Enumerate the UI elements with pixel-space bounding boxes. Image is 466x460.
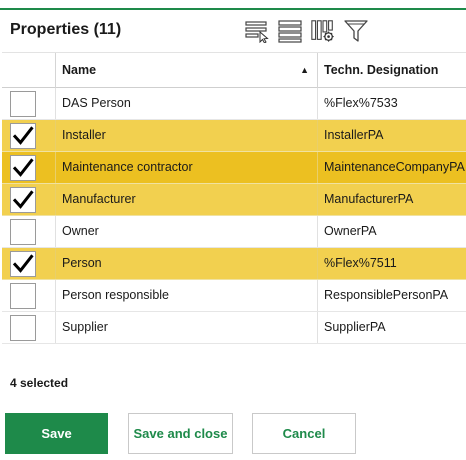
row-checkbox-cell: [2, 120, 56, 151]
row-checkbox[interactable]: [10, 315, 36, 341]
row-name: Person responsible: [56, 280, 318, 311]
row-checkbox-cell: [2, 184, 56, 215]
table-row[interactable]: DAS Person %Flex%7533: [2, 88, 466, 120]
table-row[interactable]: Person %Flex%7511: [2, 248, 466, 280]
row-checkbox-cell: [2, 88, 56, 119]
save-button[interactable]: Save: [5, 413, 108, 454]
row-techn-designation: %Flex%7511: [324, 256, 397, 270]
row-techn-designation: ResponsiblePersonPA: [324, 288, 449, 302]
row-checkbox[interactable]: [10, 123, 36, 149]
row-checkbox[interactable]: [10, 283, 36, 309]
row-techn-designation: SupplierPA: [324, 320, 386, 334]
column-settings-icon[interactable]: [310, 18, 336, 44]
row-checkbox-cell: [2, 248, 56, 279]
row-checkbox[interactable]: [10, 187, 36, 213]
row-name: Manufacturer: [56, 184, 318, 215]
checkmark-icon: [12, 190, 34, 209]
table-header: Name ▲ Techn. Designation: [2, 52, 466, 88]
table-row[interactable]: Person responsible ResponsiblePersonPA: [2, 280, 466, 312]
save-and-close-button[interactable]: Save and close: [128, 413, 233, 454]
row-techn-designation: ManufacturerPA: [324, 192, 414, 206]
row-name: Owner: [56, 216, 318, 247]
selected-count: 4 selected: [10, 376, 69, 390]
checkmark-icon: [12, 254, 34, 273]
column-header-name[interactable]: Name ▲: [56, 53, 318, 88]
row-checkbox-cell: [2, 152, 56, 183]
row-techn-designation: OwnerPA: [324, 224, 377, 238]
row-checkbox-cell: [2, 280, 56, 311]
checkmark-icon: [12, 126, 34, 145]
row-checkbox[interactable]: [10, 219, 36, 245]
row-name: Maintenance contractor: [56, 152, 318, 183]
toolbar: [244, 16, 369, 46]
list-view-icon[interactable]: [277, 18, 303, 44]
sort-ascending-icon: ▲: [300, 65, 309, 75]
row-name: Person: [56, 248, 318, 279]
row-checkbox-cell: [2, 216, 56, 247]
row-checkbox-cell: [2, 312, 56, 343]
checkmark-icon: [12, 158, 34, 177]
table-row[interactable]: Installer InstallerPA: [2, 120, 466, 152]
table-row[interactable]: Manufacturer ManufacturerPA: [2, 184, 466, 216]
select-rows-icon[interactable]: [244, 18, 270, 44]
column-header-name-label: Name: [62, 63, 97, 77]
row-techn-designation: InstallerPA: [324, 128, 384, 142]
filter-icon[interactable]: [343, 18, 369, 44]
table-row[interactable]: Owner OwnerPA: [2, 216, 466, 248]
row-checkbox[interactable]: [10, 251, 36, 277]
row-name: Installer: [56, 120, 318, 151]
row-checkbox[interactable]: [10, 155, 36, 181]
panel-header: Properties (11): [0, 10, 466, 52]
row-checkbox[interactable]: [10, 91, 36, 117]
row-techn-designation: %Flex%7533: [324, 96, 398, 110]
select-all-column-header[interactable]: [2, 53, 56, 88]
row-name: DAS Person: [56, 88, 318, 119]
properties-table: Name ▲ Techn. Designation DAS Person %Fl…: [2, 52, 466, 344]
table-row[interactable]: Supplier SupplierPA: [2, 312, 466, 344]
table-row[interactable]: Maintenance contractor MaintenanceCompan…: [2, 152, 466, 184]
row-name: Supplier: [56, 312, 318, 343]
cancel-button[interactable]: Cancel: [252, 413, 356, 454]
panel-title: Properties (11): [10, 21, 122, 38]
row-techn-designation: MaintenanceCompanyPA: [324, 160, 465, 174]
column-header-techn-designation[interactable]: Techn. Designation: [318, 53, 466, 88]
